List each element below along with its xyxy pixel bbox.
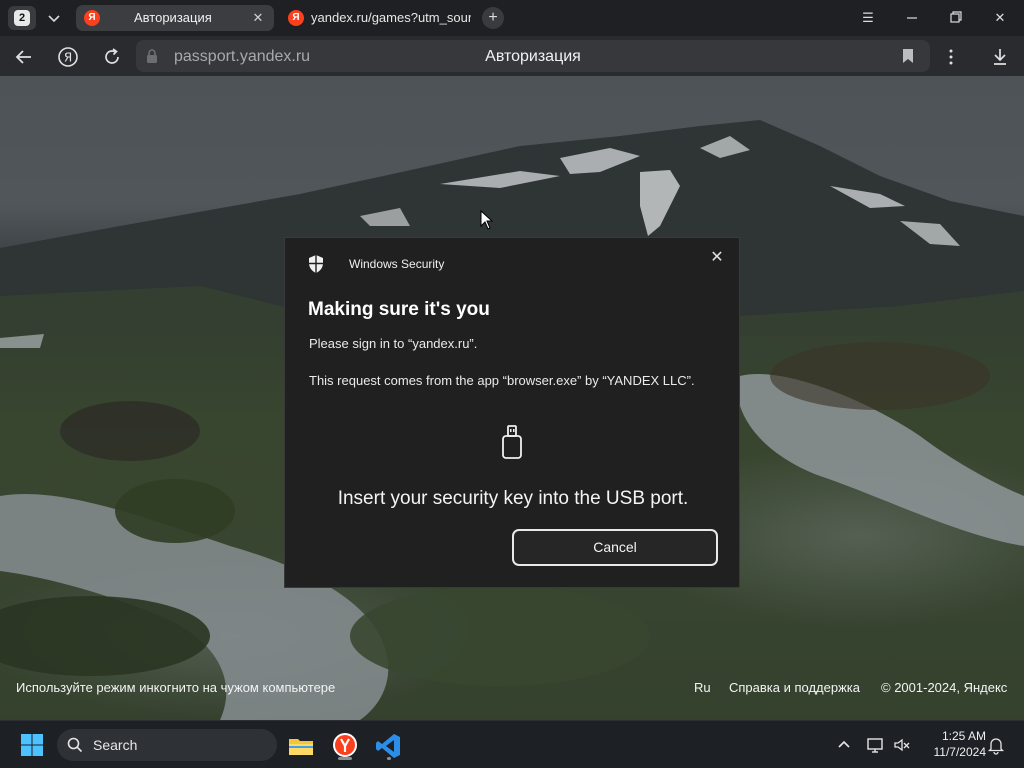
close-window-icon[interactable]: ✕ — [988, 8, 1012, 28]
page-title: Авторизация — [485, 48, 581, 65]
downloads-icon[interactable] — [987, 44, 1013, 70]
tab-authorization[interactable]: Я Авторизация ✕ — [76, 5, 274, 31]
dialog-app-name: Windows Security — [349, 257, 445, 271]
close-tab-icon[interactable]: ✕ — [250, 10, 266, 26]
tab-title: yandex.ru/games?utm_source= — [311, 10, 471, 25]
running-app-indicator — [387, 757, 391, 760]
help-support-link[interactable]: Справка и поддержка — [729, 680, 860, 695]
incognito-hint-link[interactable]: Используйте режим инкогнито на чужом ком… — [16, 680, 335, 695]
restore-icon[interactable] — [944, 8, 968, 28]
notification-bell-icon[interactable] — [986, 735, 1006, 755]
more-options-icon[interactable] — [938, 44, 964, 70]
tab-yandex-games[interactable]: Я yandex.ru/games?utm_source= — [280, 5, 476, 31]
dialog-instruction-text: Insert your security key into the USB po… — [337, 488, 689, 509]
yandex-favicon-icon: Я — [84, 10, 100, 26]
back-button[interactable] — [11, 44, 37, 70]
tab-list-button[interactable] — [40, 6, 68, 30]
bookmark-icon[interactable] — [902, 48, 914, 64]
cancel-button[interactable]: Cancel — [512, 529, 718, 566]
yandex-home-button[interactable]: Я — [55, 44, 81, 70]
search-icon — [67, 737, 83, 753]
minimize-icon[interactable] — [900, 8, 924, 28]
clock-time: 1:25 AM — [941, 729, 986, 743]
windows-taskbar: Search 1:25 AM 11/7/2024 — [0, 720, 1024, 768]
shield-icon — [309, 255, 323, 273]
language-switch-link[interactable]: Ru — [694, 680, 711, 695]
network-icon[interactable] — [866, 735, 886, 755]
visual-studio-code-app[interactable] — [372, 729, 406, 763]
windows-security-dialog: Windows Security ✕ Making sure it's you … — [284, 237, 740, 588]
browser-menu-icon[interactable]: ☰ — [856, 8, 880, 28]
browser-tab-strip: 2 Я Авторизация ✕ Я yandex.ru/games?utm_… — [0, 0, 1024, 36]
dialog-sign-in-text: Please sign in to “yandex.ru”. — [309, 336, 478, 351]
windows-start-icon[interactable] — [20, 733, 44, 757]
chevron-up-icon[interactable] — [834, 735, 854, 755]
tab-title: Авторизация — [134, 10, 212, 25]
new-tab-button[interactable]: + — [482, 7, 504, 29]
volume-muted-icon[interactable] — [892, 735, 912, 755]
dialog-heading: Making sure it's you — [308, 299, 490, 320]
reload-icon — [105, 48, 119, 64]
close-dialog-icon[interactable]: ✕ — [705, 246, 729, 270]
file-explorer-app[interactable] — [284, 729, 318, 763]
search-label: Search — [93, 737, 138, 753]
dialog-request-source-text: This request comes from the app “browser… — [309, 373, 695, 388]
yandex-favicon-icon: Я — [288, 10, 304, 26]
arrow-left-icon — [15, 50, 31, 64]
address-bar[interactable]: passport.yandex.ru Авторизация — [136, 40, 930, 72]
folder-icon — [289, 739, 313, 755]
tab-counter-button[interactable]: 2 — [8, 6, 36, 30]
usb-security-key-icon — [502, 425, 522, 459]
chevron-down-icon — [48, 15, 60, 23]
active-app-indicator — [338, 757, 352, 760]
svg-text:Я: Я — [64, 51, 72, 65]
reload-button[interactable] — [99, 44, 125, 70]
copyright-text: © 2001-2024, Яндекс — [881, 680, 1008, 695]
yandex-logo-icon: Я — [58, 47, 78, 67]
yandex-browser-app[interactable] — [328, 729, 362, 763]
taskbar-search-box[interactable]: Search — [57, 729, 277, 761]
tab-count-badge: 2 — [14, 10, 30, 26]
browser-toolbar: Я passport.yandex.ru Авторизация — [0, 36, 1024, 76]
system-clock[interactable]: 1:25 AM 11/7/2024 — [918, 728, 987, 760]
mouse-cursor-icon — [480, 210, 494, 230]
clock-date: 11/7/2024 — [933, 745, 987, 759]
